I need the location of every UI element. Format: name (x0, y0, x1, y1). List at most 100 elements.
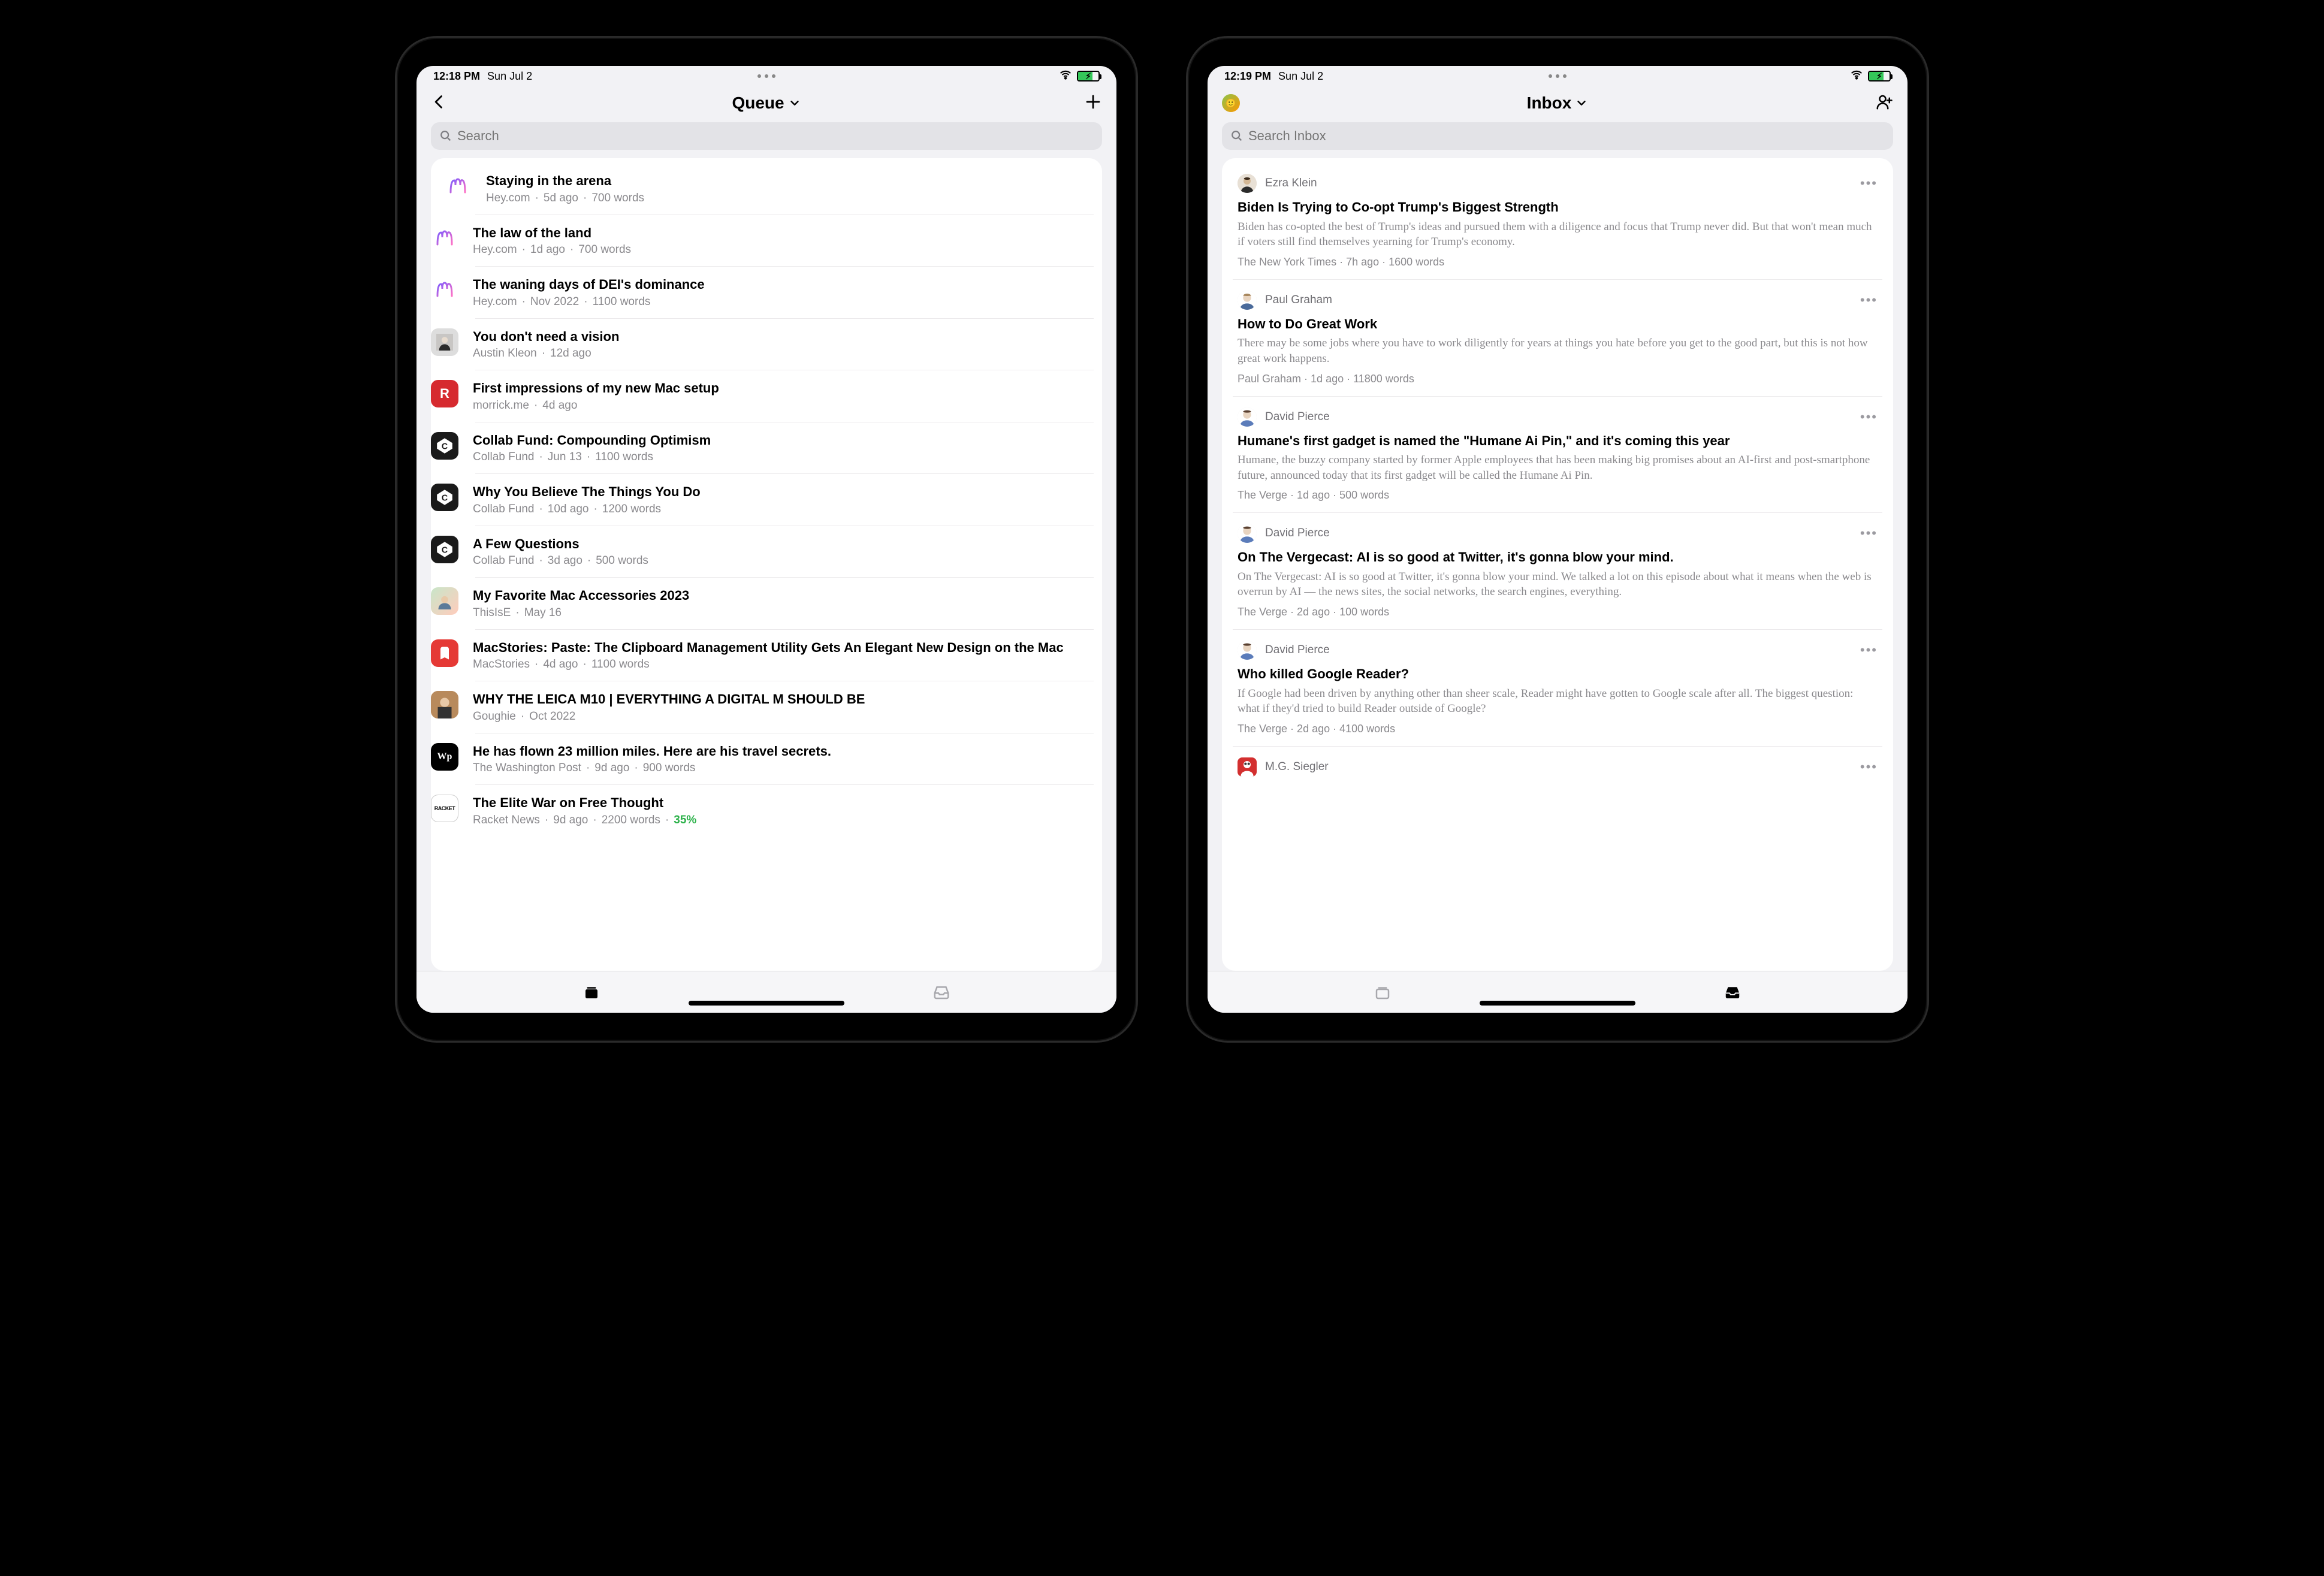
author-avatar (1238, 174, 1257, 193)
item-meta: morrick.me4d ago (473, 399, 1080, 412)
inbox-item[interactable]: Ezra Klein•••Biden Is Trying to Co-opt T… (1222, 162, 1893, 279)
page-title-button[interactable]: Inbox (1527, 93, 1589, 113)
inbox-list[interactable]: Ezra Klein•••Biden Is Trying to Co-opt T… (1222, 158, 1893, 971)
queue-item[interactable]: RACKETThe Elite War on Free ThoughtRacke… (475, 784, 1094, 837)
item-snippet: Biden has co-opted the best of Trump's i… (1238, 219, 1878, 250)
source-icon (431, 587, 458, 615)
item-meta: The New York Times · 7h ago · 1600 words (1238, 256, 1878, 268)
item-meta: Hey.com5d ago700 words (486, 192, 1089, 205)
more-button[interactable]: ••• (1860, 759, 1878, 775)
author-name: David Pierce (1265, 644, 1330, 657)
tab-inbox[interactable] (1558, 971, 1908, 1013)
more-button[interactable]: ••• (1860, 642, 1878, 658)
queue-item[interactable]: MacStories: Paste: The Clipboard Managem… (475, 629, 1094, 681)
author-name: Paul Graham (1265, 294, 1332, 307)
home-indicator[interactable] (1480, 1001, 1635, 1006)
author-avatar (1238, 407, 1257, 427)
tab-queue[interactable] (416, 971, 766, 1013)
queue-item[interactable]: Staying in the arenaHey.com5d ago700 wor… (431, 162, 1102, 215)
search-input[interactable] (431, 122, 1102, 150)
queue-item[interactable]: WpHe has flown 23 million miles. Here ar… (475, 733, 1094, 785)
source-icon (444, 173, 472, 200)
item-title: A Few Questions (473, 536, 1080, 552)
author-avatar (1238, 641, 1257, 660)
inbox-item[interactable]: M.G. Siegler••• (1233, 746, 1882, 793)
item-title: The Elite War on Free Thought (473, 795, 1080, 811)
inbox-item[interactable]: David Pierce ••• On The Vergecast: AI is s… (1233, 512, 1882, 629)
item-meta: Collab Fund10d ago1200 words (473, 503, 1080, 516)
status-bar: 12:18 PM Sun Jul 2 ⚡︎ (416, 66, 1116, 86)
more-button[interactable]: ••• (1860, 409, 1878, 425)
queue-item[interactable]: WHY THE LEICA M10 | EVERYTHING A DIGITAL… (475, 681, 1094, 733)
more-button[interactable]: ••• (1860, 176, 1878, 191)
screen: 12:19 PM Sun Jul 2 ⚡︎ 🙂 Inbox (1208, 66, 1908, 1013)
more-button[interactable]: ••• (1860, 526, 1878, 541)
queue-item[interactable]: My Favorite Mac Accessories 2023ThisIsEM… (475, 577, 1094, 629)
item-meta: MacStories4d ago1100 words (473, 658, 1080, 671)
queue-item[interactable]: CCollab Fund: Compounding OptimismCollab… (475, 422, 1094, 474)
author-name: David Pierce (1265, 527, 1330, 540)
item-meta: Hey.com1d ago700 words (473, 243, 1080, 256)
item-title: Who killed Google Reader? (1238, 666, 1878, 683)
item-snippet: On The Vergecast: AI is so good at Twitt… (1238, 569, 1878, 600)
queue-item[interactable]: The law of the landHey.com1d ago700 word… (475, 215, 1094, 267)
queue-list[interactable]: Staying in the arenaHey.com5d ago700 wor… (431, 158, 1102, 971)
item-title: The waning days of DEI's dominance (473, 276, 1080, 293)
inbox-tab-icon (1722, 983, 1743, 1001)
search-field[interactable] (1248, 128, 1885, 144)
add-person-button[interactable] (1875, 93, 1893, 114)
queue-item[interactable]: CWhy You Believe The Things You DoCollab… (475, 473, 1094, 526)
author-avatar (1238, 757, 1257, 777)
queue-tab-icon (581, 983, 602, 1001)
add-button[interactable] (1084, 93, 1102, 114)
search-icon (439, 129, 452, 143)
profile-avatar-button[interactable]: 🙂 (1222, 94, 1240, 112)
item-meta: The Verge · 2d ago · 100 words (1238, 606, 1878, 618)
chevron-down-icon (788, 96, 801, 110)
queue-item[interactable]: RFirst impressions of my new Mac setupmo… (475, 370, 1094, 422)
queue-item[interactable]: CA Few QuestionsCollab Fund3d ago500 wor… (475, 526, 1094, 578)
status-bar: 12:19 PM Sun Jul 2 ⚡︎ (1208, 66, 1908, 86)
page-title-button[interactable]: Queue (732, 93, 801, 113)
author-name: David Pierce (1265, 410, 1330, 424)
search-input[interactable] (1222, 122, 1893, 150)
inbox-item[interactable]: Paul Graham•••How to Do Great WorkThere … (1233, 279, 1882, 396)
nav-header: Queue (416, 86, 1116, 120)
inbox-tab-icon (931, 983, 952, 1001)
inbox-item[interactable]: David Pierce•••Humane's first gadget is … (1233, 396, 1882, 513)
item-snippet: Humane, the buzzy company started by for… (1238, 452, 1878, 483)
chevron-down-icon (1575, 96, 1588, 110)
tab-inbox[interactable] (766, 971, 1116, 1013)
tab-queue[interactable] (1208, 971, 1558, 1013)
multitask-dots-icon[interactable] (1549, 74, 1567, 78)
item-meta: Austin Kleon12d ago (473, 347, 1080, 360)
home-indicator[interactable] (689, 1001, 844, 1006)
item-meta: GoughieOct 2022 (473, 710, 1080, 723)
back-button[interactable] (431, 93, 448, 113)
wifi-icon (1059, 68, 1072, 84)
page-title: Inbox (1527, 93, 1572, 113)
queue-item[interactable]: The waning days of DEI's dominanceHey.co… (475, 266, 1094, 318)
inbox-item[interactable]: David Pierce ••• Who killed Google Reader?… (1233, 629, 1882, 746)
item-title: Biden Is Trying to Co-opt Trump's Bigges… (1238, 199, 1878, 216)
multitask-dots-icon[interactable] (757, 74, 775, 78)
author-avatar (1238, 291, 1257, 310)
status-date: Sun Jul 2 (487, 70, 532, 83)
status-time: 12:19 PM (1224, 70, 1271, 83)
battery-icon: ⚡︎ (1077, 71, 1100, 81)
search-icon (1230, 129, 1244, 143)
source-icon: C (431, 536, 458, 563)
search-field[interactable] (457, 128, 1094, 144)
source-icon: C (431, 484, 458, 511)
queue-item[interactable]: You don't need a visionAustin Kleon12d a… (475, 318, 1094, 370)
source-icon: Wp (431, 743, 458, 771)
item-snippet: There may be some jobs where you have to… (1238, 336, 1878, 366)
source-icon: C (431, 432, 458, 460)
svg-text:C: C (442, 494, 448, 503)
item-meta: Collab FundJun 131100 words (473, 451, 1080, 464)
more-button[interactable]: ••• (1860, 292, 1878, 308)
svg-text:C: C (442, 442, 448, 451)
author-avatar (1238, 524, 1257, 543)
tab-bar (1208, 971, 1908, 1013)
ipad-device-right: 12:19 PM Sun Jul 2 ⚡︎ 🙂 Inbox (1186, 36, 1929, 1043)
